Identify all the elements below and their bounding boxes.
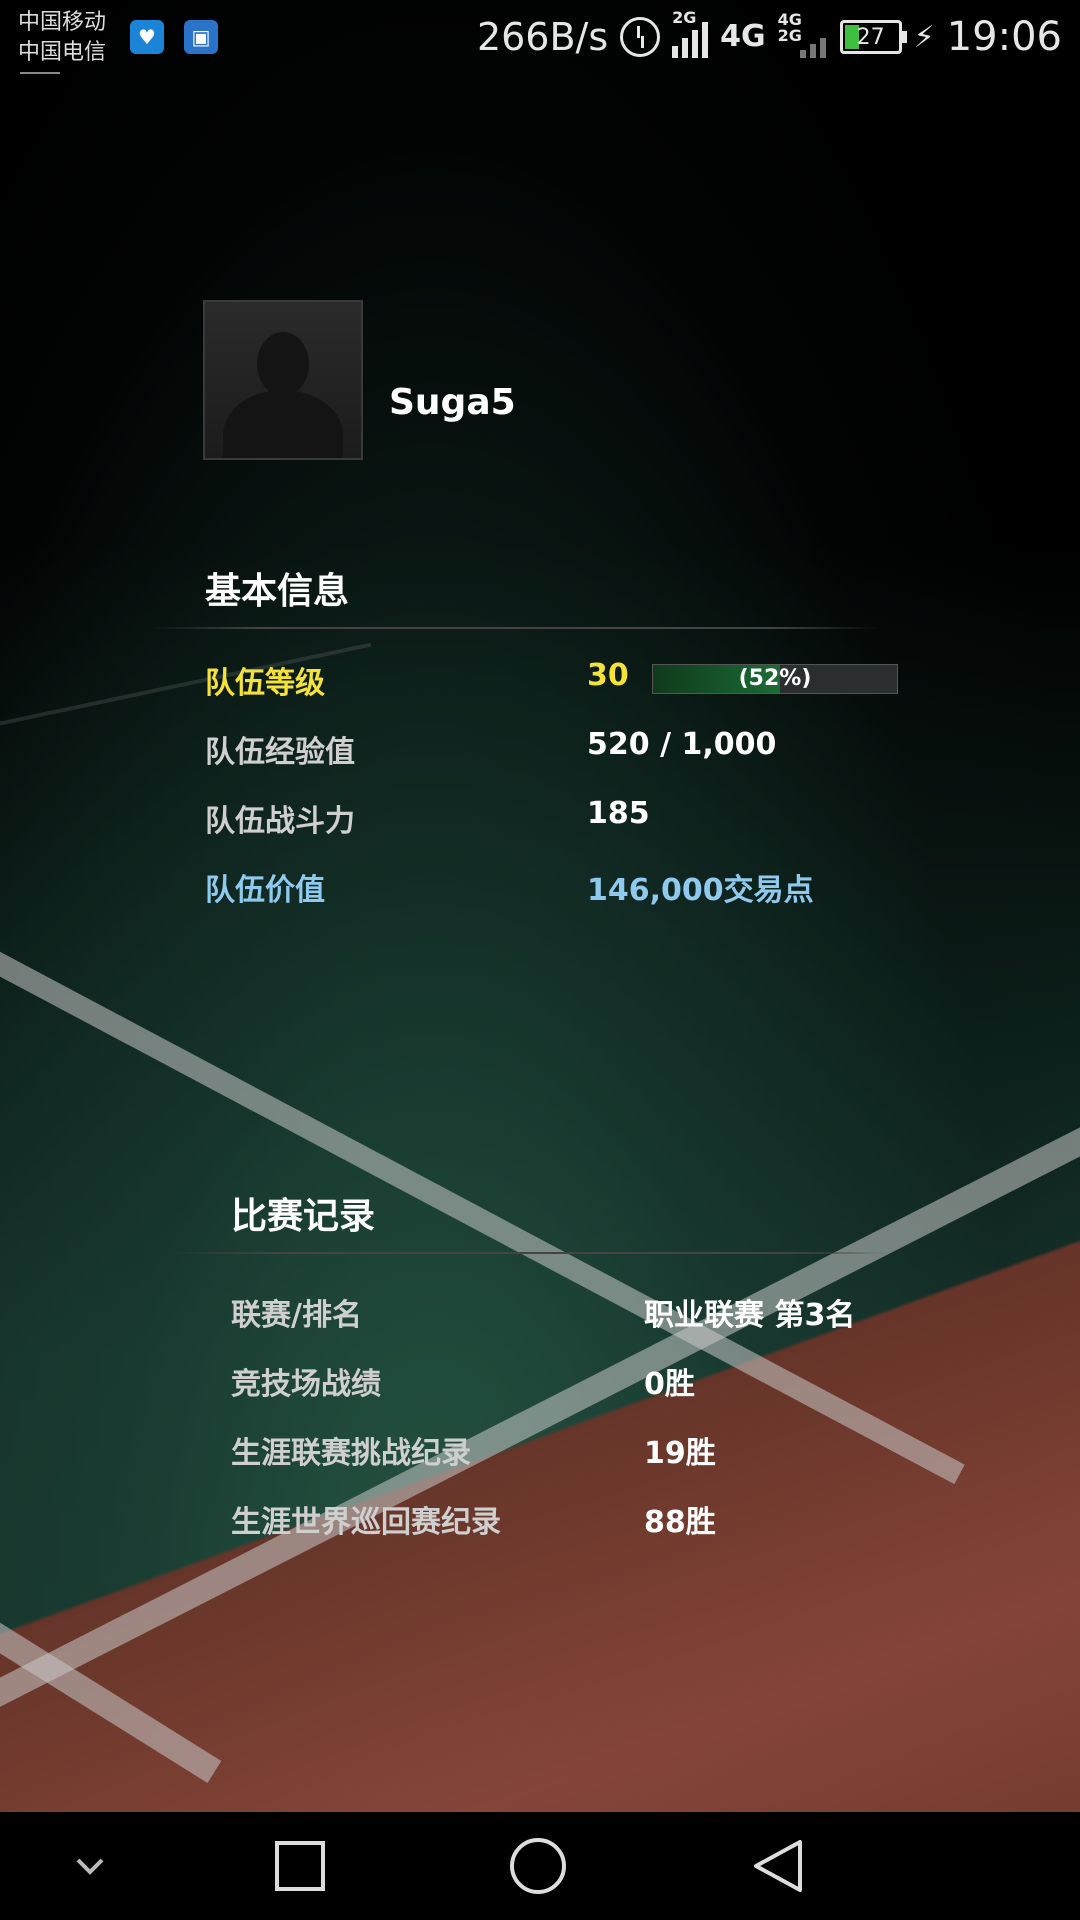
team-level-value: 30 — [587, 658, 629, 693]
signal-icon: 2G — [672, 8, 709, 58]
square-icon — [275, 1841, 325, 1891]
avatar-placeholder-icon — [257, 332, 309, 396]
carrier-names: 中国移动 中国电信 — [18, 8, 106, 68]
basic-info-title: 基本信息 — [205, 571, 350, 612]
court-red-surface — [0, 0, 1080, 1812]
signal-2-icon: 4G 2G — [778, 12, 828, 58]
carrier-1: 中国移动 — [18, 10, 107, 35]
arena-record-value: 0胜 — [644, 1367, 695, 1402]
clock: 19:06 — [946, 14, 1062, 60]
career-league-label: 生涯联赛挑战纪录 — [231, 1436, 471, 1471]
team-power-label: 队伍战斗力 — [205, 804, 355, 839]
level-progress-text: (52%) — [738, 666, 812, 691]
team-exp-value: 520 / 1,000 — [587, 727, 777, 762]
health-app-icon: ♥ — [130, 20, 164, 54]
home-button[interactable] — [508, 1836, 568, 1896]
triangle-back-icon — [754, 1840, 802, 1892]
status-bar: 中国移动 中国电信 ♥ ▣ 266B/s 2G 4G 4G 2G 27 ⚡ 19… — [0, 0, 1080, 75]
signal-2-label: 4G 2G — [777, 10, 802, 45]
match-record-title: 比赛记录 — [231, 1196, 376, 1237]
league-rank-label: 联赛/排名 — [231, 1298, 362, 1333]
network-type: 4G — [720, 19, 766, 54]
battery-icon: 27 — [839, 20, 907, 54]
signal-label: 2G — [672, 8, 697, 27]
status-indicators: 266B/s 2G 4G 4G 2G 27 ⚡ 19:06 — [476, 8, 1062, 62]
court-background — [0, 0, 1080, 1812]
carrier-underline — [20, 72, 60, 74]
alarm-icon — [620, 17, 661, 57]
charging-icon: ⚡ — [913, 19, 935, 55]
team-level-label: 队伍等级 — [205, 666, 325, 701]
carrier-2: 中国电信 — [18, 40, 107, 65]
username: Suga5 — [389, 382, 516, 423]
team-power-value: 185 — [587, 796, 650, 831]
recent-apps-button[interactable] — [270, 1836, 330, 1896]
team-exp-label: 队伍经验值 — [205, 735, 355, 770]
divider — [150, 627, 880, 629]
level-progress-bar: (52%) — [652, 664, 898, 694]
back-button[interactable] — [748, 1836, 808, 1896]
net-speed: 266B/s — [476, 15, 609, 59]
arena-record-label: 竞技场战绩 — [231, 1367, 381, 1402]
battery-level: 27 — [856, 24, 885, 50]
gallery-app-icon: ▣ — [184, 20, 218, 54]
avatar[interactable] — [203, 300, 363, 460]
team-worth-value: 146,000交易点 — [587, 873, 814, 908]
team-worth-label: 队伍价值 — [205, 873, 325, 908]
chevron-down-icon[interactable] — [60, 1836, 120, 1896]
divider — [170, 1252, 890, 1254]
career-world-tour-value: 88胜 — [644, 1505, 716, 1540]
career-world-tour-label: 生涯世界巡回赛纪录 — [231, 1505, 501, 1540]
league-rank-value: 职业联赛 第3名 — [644, 1298, 856, 1333]
circle-icon — [510, 1838, 566, 1894]
navigation-bar — [0, 1812, 1080, 1920]
career-league-value: 19胜 — [644, 1436, 716, 1471]
